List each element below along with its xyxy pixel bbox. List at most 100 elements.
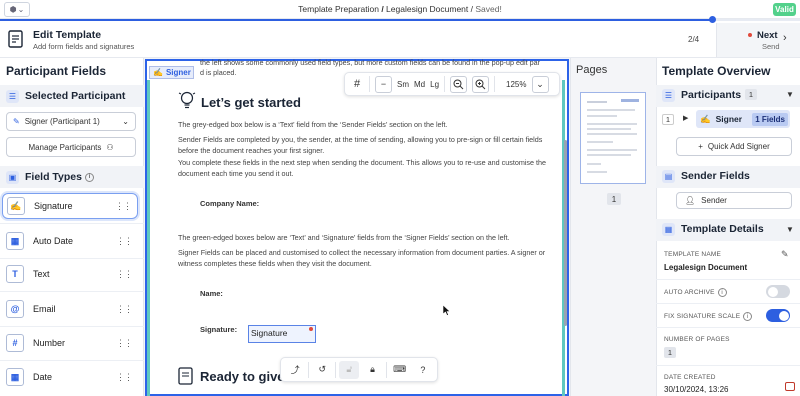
chat-icon[interactable] [785, 382, 795, 391]
field-type-date[interactable]: ▦ Date ⋮⋮ [2, 364, 138, 390]
zoom-dropdown-button[interactable]: ⌄ [531, 75, 549, 93]
edit-pencil-icon[interactable]: ✎ [781, 249, 789, 260]
divider [656, 279, 800, 280]
drag-handle-icon[interactable]: ⋮⋮ [116, 338, 133, 349]
divider [0, 291, 144, 292]
section-title-text: Field Types [25, 171, 82, 183]
section-title: Sender Fields [681, 170, 750, 182]
auto-archive-toggle[interactable] [766, 285, 790, 298]
field-type-email[interactable]: @ Email ⋮⋮ [2, 296, 138, 322]
collapse-caret-icon[interactable]: ▼ [786, 225, 794, 234]
collapse-caret-icon[interactable]: ▼ [786, 90, 794, 99]
calendar-auto-icon: ▦ [6, 232, 24, 250]
field-type-label: Auto Date [33, 236, 74, 246]
size-lg-button[interactable]: Lg [430, 80, 439, 89]
button-label: Quick Add Signer [707, 142, 770, 151]
field-type-auto-date[interactable]: ▦ Auto Date ⋮⋮ [2, 228, 138, 254]
calendar-icon: ▦ [6, 368, 24, 386]
participants-count: 1 [745, 89, 757, 100]
unlock-button[interactable]: 🔓︎ [339, 360, 360, 379]
unlock-icon: 🔓︎ [346, 364, 353, 374]
info-icon[interactable]: i [717, 288, 727, 297]
signature-field[interactable]: Signature [248, 325, 316, 343]
bottom-toolbar: ⤴ ↺ 🔓︎ 🔒︎ ⌨ ? [280, 357, 438, 382]
undo-button[interactable]: ↺ [312, 361, 332, 379]
save-status: Saved! [475, 4, 502, 14]
participant-select[interactable]: ✎ Signer (Participant 1) ⌄ [6, 112, 136, 131]
quick-add-signer-button[interactable]: + Quick Add Signer [676, 137, 792, 156]
grid-toggle-button[interactable]: # [350, 78, 364, 90]
manage-participants-button[interactable]: Manage Participants ⚇ [6, 137, 136, 157]
zoom-out-icon [453, 79, 464, 89]
divider [656, 327, 800, 328]
header [0, 21, 800, 58]
field-type-label: Text [33, 269, 50, 279]
field-type-label: Email [33, 304, 56, 314]
field-type-text[interactable]: T Text ⋮⋮ [2, 261, 138, 287]
doc-heading-2: Ready to give [200, 369, 285, 384]
drag-handle-icon[interactable]: ⋮⋮ [116, 269, 133, 280]
divider [335, 361, 337, 378]
template-name-label: TEMPLATE NAME [664, 251, 722, 258]
toggle-knob [778, 310, 789, 321]
field-types-icon: ▣ [6, 171, 19, 184]
required-dot [309, 327, 313, 331]
mouse-cursor-icon [443, 305, 451, 316]
lock-button[interactable]: 🔒︎ [362, 361, 382, 379]
page-thumbnail[interactable] [580, 92, 646, 184]
page-number[interactable]: 1 [607, 193, 621, 205]
divider [0, 360, 144, 361]
drag-handle-icon[interactable]: ⋮⋮ [115, 201, 132, 212]
section-title: Template Details [681, 223, 764, 235]
divider [308, 361, 310, 378]
document-scrollbar[interactable] [564, 140, 567, 326]
drag-handle-icon[interactable]: ⋮⋮ [116, 236, 133, 247]
sender-field-chip[interactable]: 👤︎ Sender [676, 192, 792, 209]
page-subtitle: Add form fields and signatures [33, 42, 135, 51]
fix-signature-text: FIX SIGNATURE SCALE [664, 313, 741, 321]
sender-label: Sender [701, 196, 727, 205]
date-created-label: DATE CREATED [664, 374, 716, 381]
chevron-right-icon: › [783, 32, 787, 44]
divider [0, 223, 144, 224]
size-md-button[interactable]: Md [414, 80, 425, 89]
decrease-size-button[interactable]: − [375, 75, 392, 93]
drag-handle-icon[interactable]: ⋮⋮ [116, 304, 133, 315]
participant-row[interactable]: ✍ Signer 1 Fields [696, 110, 790, 128]
expand-caret-icon[interactable]: ▶ [683, 114, 688, 122]
zoom-in-button[interactable] [472, 75, 490, 93]
keyboard-shortcuts-button[interactable]: ⌨ [390, 361, 410, 379]
help-button[interactable]: ? [413, 361, 433, 379]
valid-badge: Valid [773, 3, 796, 16]
info-icon[interactable]: i [743, 312, 753, 321]
signature-label: Signature: [200, 325, 238, 334]
page-title: Edit Template [33, 29, 102, 41]
doc-paragraph: Signer Fields can be placed and customis… [178, 248, 546, 268]
keyboard-icon: ⌨ [393, 364, 407, 374]
divider [0, 258, 144, 259]
panel-title: Participant Fields [6, 64, 107, 78]
size-sm-button[interactable]: Sm [397, 80, 409, 89]
company-name-label: Company Name: [200, 199, 260, 208]
zoom-out-button[interactable] [450, 75, 468, 93]
date-created-value: 30/10/2024, 13:26 [664, 385, 729, 394]
divider [369, 76, 370, 92]
divider [656, 303, 800, 304]
text-icon: T [6, 265, 24, 283]
participants-icon: ☰ [6, 90, 19, 103]
info-icon[interactable]: i [85, 172, 94, 182]
next-label: Next [757, 30, 778, 41]
drag-handle-icon[interactable]: ⋮⋮ [116, 372, 133, 383]
signer-tag[interactable]: ✍ Signer [149, 66, 194, 79]
divider [656, 365, 800, 366]
auto-place-button[interactable]: ⤴ [285, 361, 305, 379]
field-type-number[interactable]: # Number ⋮⋮ [2, 330, 138, 356]
divider [385, 361, 387, 378]
editor-toolbar: # − Sm Md Lg 125% ⌄ [344, 72, 560, 96]
fix-signature-scale-toggle[interactable] [766, 309, 790, 322]
doc-paragraph: The grey-edged box below is a ‘Text’ fie… [178, 120, 448, 129]
toggle-knob [767, 286, 778, 297]
auto-archive-text: AUTO ARCHIVE [664, 289, 715, 297]
lock-icon: 🔒︎ [370, 364, 375, 374]
field-type-signature[interactable]: ✍ Signature ⋮⋮ [2, 193, 138, 219]
